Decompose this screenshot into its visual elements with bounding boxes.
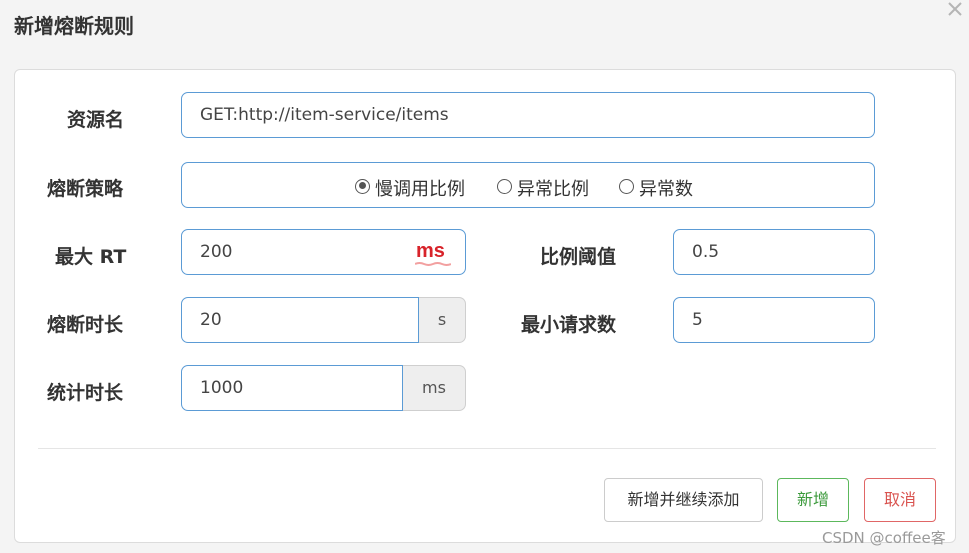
add-and-continue-button[interactable]: 新增并继续添加 bbox=[604, 478, 763, 522]
resource-input[interactable]: GET:http://item-service/items bbox=[181, 92, 875, 138]
max-rt-input[interactable]: 200 ms bbox=[181, 229, 466, 275]
ratio-threshold-input[interactable]: 0.5 bbox=[673, 229, 875, 275]
resource-label: 资源名 bbox=[67, 109, 125, 131]
radio-slow-call-ratio[interactable]: 慢调用比例 bbox=[355, 175, 465, 200]
ratio-threshold-label: 比例阈值 bbox=[540, 246, 617, 268]
max-rt-value: 200 bbox=[200, 242, 233, 262]
watermark: CSDN @coffee客 bbox=[822, 529, 946, 547]
radio-error-count[interactable]: 异常数 bbox=[619, 175, 693, 200]
footer-divider bbox=[38, 448, 936, 449]
min-requests-input[interactable]: 5 bbox=[673, 297, 875, 343]
close-icon[interactable] bbox=[944, 0, 966, 20]
dialog-title: 新增熔断规则 bbox=[14, 14, 134, 38]
break-duration-label: 熔断时长 bbox=[47, 314, 124, 336]
stat-duration-label: 统计时长 bbox=[47, 382, 124, 404]
strategy-radio-group: 慢调用比例 异常比例 异常数 bbox=[181, 162, 875, 208]
radio-error-ratio[interactable]: 异常比例 bbox=[497, 175, 589, 200]
ms-underline-mark bbox=[415, 262, 451, 266]
add-button[interactable]: 新增 bbox=[777, 478, 849, 522]
max-rt-label: 最大 RT bbox=[55, 246, 127, 268]
stat-duration-unit: ms bbox=[403, 365, 466, 411]
ms-annotation: ms bbox=[416, 240, 445, 262]
break-duration-input[interactable]: 20 bbox=[181, 297, 419, 343]
strategy-label: 熔断策略 bbox=[47, 178, 124, 200]
min-requests-label: 最小请求数 bbox=[521, 314, 617, 336]
stat-duration-input[interactable]: 1000 bbox=[181, 365, 403, 411]
radio-unchecked-icon bbox=[497, 178, 512, 194]
radio-unchecked-icon bbox=[619, 178, 634, 194]
cancel-button[interactable]: 取消 bbox=[864, 478, 936, 522]
radio-checked-icon bbox=[355, 178, 370, 194]
rule-form-card: 资源名 GET:http://item-service/items 熔断策略 慢… bbox=[14, 69, 956, 543]
break-duration-unit: s bbox=[419, 297, 466, 343]
